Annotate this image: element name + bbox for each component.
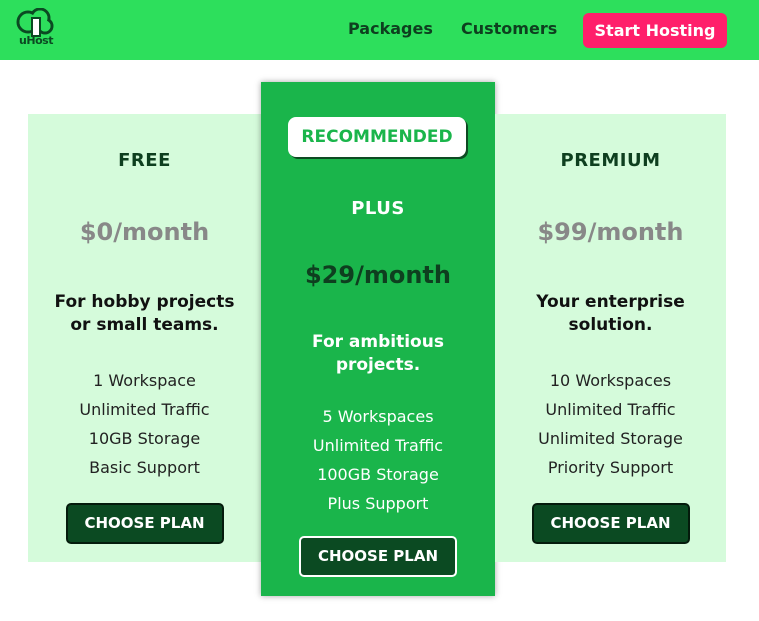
feature-item: Plus Support <box>327 494 429 513</box>
plan-description: For ambitious projects. <box>312 332 444 375</box>
feature-item: Unlimited Traffic <box>312 436 444 455</box>
choose-plan-button[interactable]: CHOOSE PLAN <box>65 503 224 544</box>
plan-name: FREE <box>118 150 171 171</box>
feature-item: 100GB Storage <box>317 465 439 484</box>
feature-item: Unlimited Traffic <box>545 400 676 419</box>
start-hosting-button[interactable]: Start Hosting <box>583 13 727 48</box>
site-header: uHost Packages Customers Start Hosting <box>0 0 759 60</box>
logo-text: uHost <box>19 34 53 47</box>
plan-price: $0/month <box>79 218 210 246</box>
feature-item: 10GB Storage <box>88 429 201 448</box>
plan-price: $99/month <box>537 218 684 246</box>
nav-link-packages[interactable]: Packages <box>348 19 433 38</box>
nav-link-customers[interactable]: Customers <box>461 19 557 38</box>
plan-card-premium: PREMIUM $99/month Your enterprise soluti… <box>495 114 726 562</box>
plan-card-plus: RECOMMENDED PLUS $29/month For ambitious… <box>261 82 495 596</box>
feature-item: Basic Support <box>89 458 200 477</box>
feature-item: 10 Workspaces <box>549 371 672 390</box>
uhost-logo-icon[interactable]: uHost <box>14 8 58 50</box>
feature-item: Priority Support <box>547 458 674 477</box>
plan-card-free: FREE $0/month For hobby projects or smal… <box>28 114 261 562</box>
plan-price: $29/month <box>304 261 451 289</box>
feature-list: 10 Workspaces Unlimited Traffic Unlimite… <box>495 366 726 482</box>
plan-description: For hobby projects or small teams. <box>54 292 235 335</box>
recommended-badge: RECOMMENDED <box>288 117 466 157</box>
feature-item: Unlimited Storage <box>538 429 683 448</box>
feature-item: Unlimited Traffic <box>79 400 210 419</box>
feature-list: 1 Workspace Unlimited Traffic 10GB Stora… <box>28 366 261 482</box>
plan-description: Your enterprise solution. <box>536 292 685 335</box>
plan-name: PLUS <box>351 198 405 219</box>
plan-name: PREMIUM <box>560 150 661 171</box>
feature-item: 5 Workspaces <box>322 407 434 426</box>
feature-list: 5 Workspaces Unlimited Traffic 100GB Sto… <box>261 402 495 518</box>
feature-item: 1 Workspace <box>93 371 196 390</box>
choose-plan-button[interactable]: CHOOSE PLAN <box>299 536 457 577</box>
choose-plan-button[interactable]: CHOOSE PLAN <box>531 503 690 544</box>
